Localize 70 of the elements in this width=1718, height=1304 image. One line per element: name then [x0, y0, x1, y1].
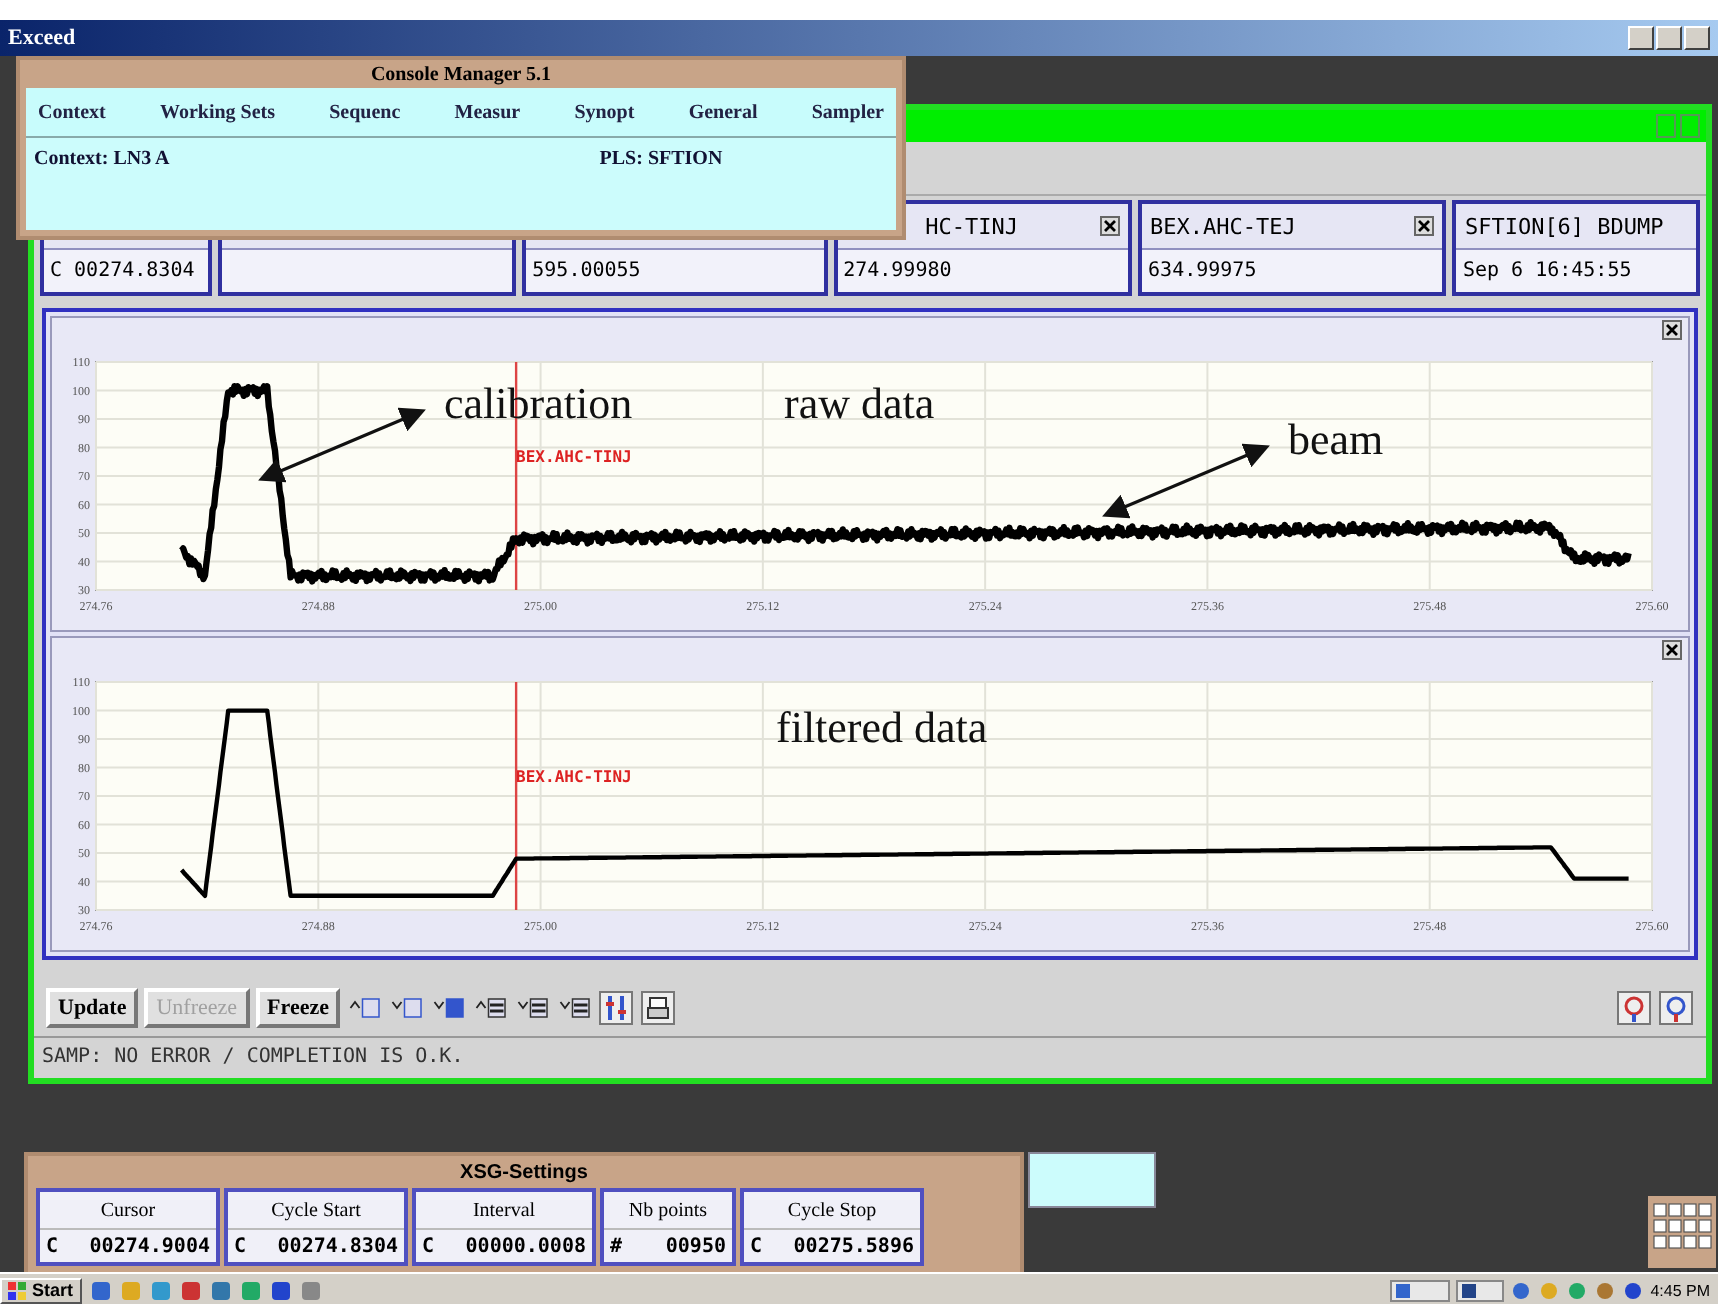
readout-value: 595.00055	[532, 260, 641, 282]
start-button[interactable]: Start	[0, 1277, 82, 1303]
marker-label: BEX.AHC-TINJ	[516, 768, 632, 786]
program-icon[interactable]	[209, 1279, 232, 1301]
field-label: Cycle Stop	[787, 1199, 877, 1221]
readout-header: HC-TINJ	[925, 213, 1018, 239]
program-icon[interactable]	[269, 1279, 292, 1301]
menu-item[interactable]: General	[688, 101, 758, 123]
annotation-label: beam	[1288, 414, 1384, 464]
task-icon[interactable]	[1390, 1279, 1451, 1301]
annotation-label: raw data	[784, 378, 935, 428]
marker-label: BEX.AHC-TINJ	[516, 448, 632, 466]
window-title: XSG-Settings	[460, 1161, 588, 1183]
flag-icon	[8, 1281, 28, 1299]
context-label: Context: LN3 A	[34, 148, 170, 170]
menu-item[interactable]: Working Sets	[160, 101, 276, 123]
readout-header: BEX.AHC-TEJ	[1150, 213, 1296, 239]
settings-field[interactable]: Cursor C 00274.9004	[36, 1188, 220, 1266]
readout-value: 634.99975	[1148, 260, 1257, 282]
toolbar-button[interactable]: Freeze	[255, 988, 341, 1028]
close-icon[interactable]	[1414, 216, 1435, 236]
zoom-icon[interactable]	[1616, 990, 1652, 1026]
maximize-button[interactable]	[1656, 26, 1682, 50]
settings-field[interactable]: Interval C 00000.0008	[412, 1188, 596, 1266]
toolbar-button[interactable]: Update	[46, 988, 139, 1028]
clock: 4:45 PM	[1650, 1281, 1710, 1299]
close-icon[interactable]	[1662, 640, 1682, 660]
menu-item[interactable]: Measur	[454, 101, 521, 123]
menu-item[interactable]: Synopt	[574, 101, 635, 123]
readout-header: SFTION[6] BDUMP	[1464, 213, 1664, 239]
zoom-icon[interactable]	[1658, 990, 1694, 1026]
field-value: 00275.5896	[793, 1235, 914, 1257]
window-title: Console Manager 5.1	[370, 63, 552, 85]
field-label: Interval	[472, 1199, 536, 1221]
close-icon[interactable]	[1100, 216, 1121, 236]
field-label: Cursor	[100, 1199, 156, 1221]
task-icon[interactable]	[1456, 1279, 1505, 1301]
status-message: SAMP: NO ERROR / COMPLETION IS O.K.	[42, 1045, 464, 1067]
menu-item[interactable]: Context	[38, 101, 106, 123]
field-prefix: C	[46, 1235, 59, 1257]
tray-icon[interactable]	[1594, 1279, 1617, 1301]
field-prefix: C	[422, 1235, 435, 1257]
settings-field[interactable]: Cycle Start C 00274.8304	[224, 1188, 408, 1266]
field-prefix: C	[750, 1235, 763, 1257]
field-prefix: #	[610, 1235, 623, 1257]
printer-icon[interactable]	[640, 990, 677, 1026]
readout-value: C 00274.8304	[50, 260, 195, 282]
pls-label: PLS: SFTION	[599, 148, 723, 170]
settings-field[interactable]: Nb points # 00950	[600, 1188, 736, 1266]
tray-icon[interactable]	[1622, 1279, 1645, 1301]
field-label: Cycle Start	[271, 1199, 361, 1221]
field-prefix: C	[234, 1235, 247, 1257]
program-icon[interactable]	[179, 1279, 202, 1301]
readout-value: 274.99980	[843, 260, 952, 282]
readout-value: Sep 6 16:45:55	[1462, 260, 1632, 282]
sliders-icon[interactable]	[598, 990, 635, 1026]
field-value: 00274.9004	[89, 1235, 210, 1257]
field-value: 00950	[665, 1235, 726, 1257]
close-icon[interactable]	[1662, 320, 1682, 340]
app-title: Exceed	[8, 26, 76, 50]
field-value: 00274.8304	[277, 1235, 398, 1257]
field-label: Nb points	[628, 1199, 708, 1221]
menu-item[interactable]: Sequenc	[329, 101, 401, 123]
field-value: 00000.0008	[465, 1235, 586, 1257]
settings-field[interactable]: Cycle Stop C 00275.5896	[740, 1188, 924, 1266]
menu-item[interactable]: Sampler	[811, 101, 884, 123]
annotation-label: filtered data	[776, 702, 988, 752]
keypad-icon[interactable]	[1648, 1196, 1716, 1268]
program-icon[interactable]	[89, 1279, 112, 1301]
tray-icon[interactable]	[1510, 1279, 1533, 1301]
